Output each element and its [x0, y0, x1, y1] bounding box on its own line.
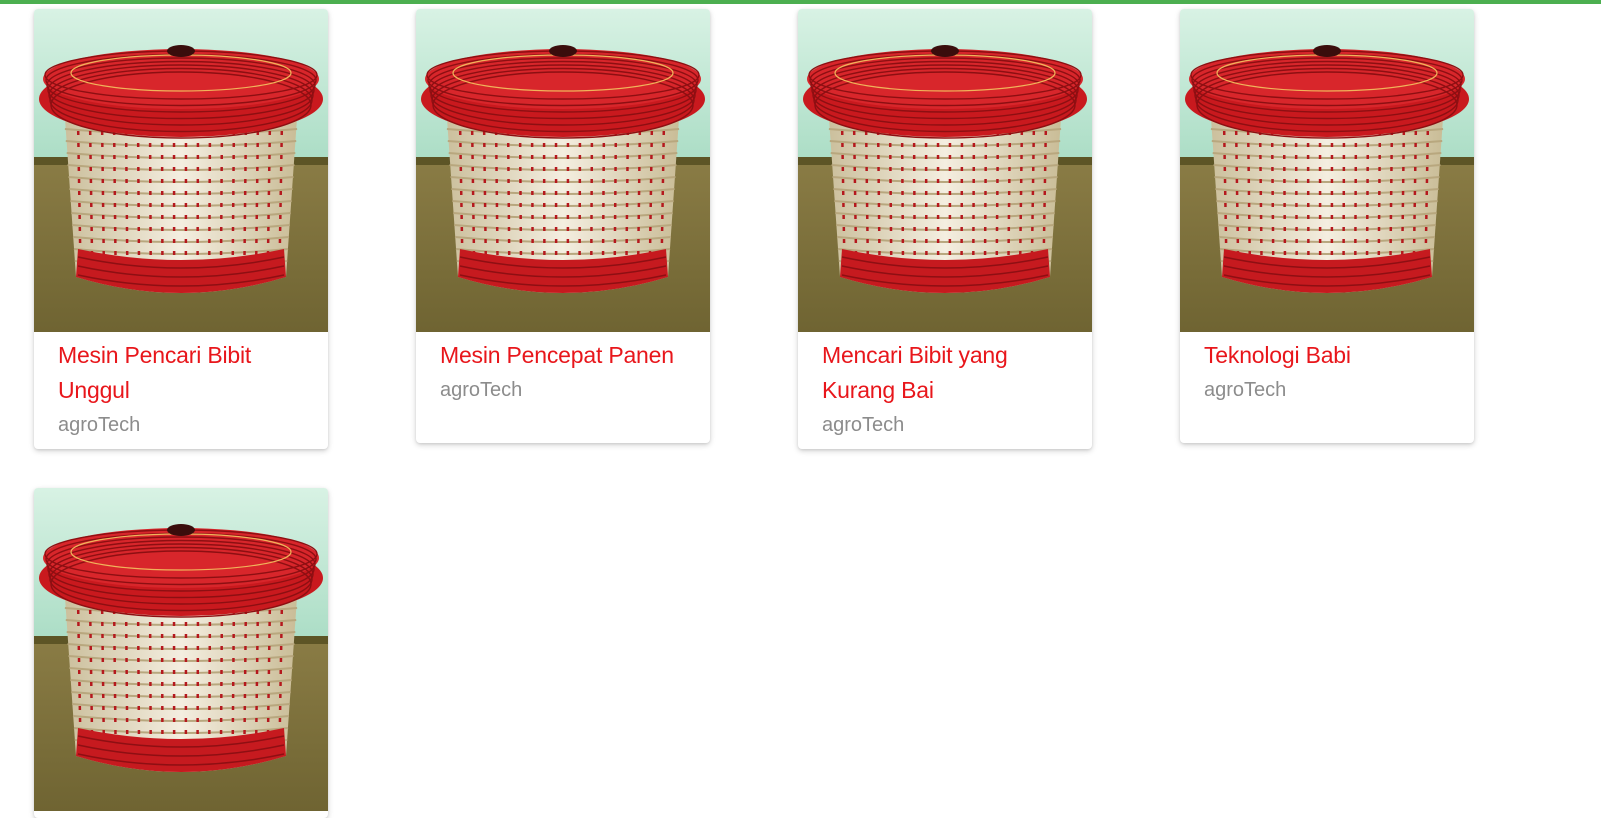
woven-basket-image[interactable]	[34, 488, 328, 811]
card-body: Teknologi Babi agroTech	[1180, 332, 1474, 414]
article-card[interactable]: Mencari Bibit yang Kurang Bai agroTech	[798, 9, 1092, 449]
card-body: Mesin Pencari Bibit Unggul agroTech	[34, 332, 328, 449]
article-grid: Mesin Pencari Bibit Unggul agroTech Mesi…	[0, 0, 1601, 805]
article-card[interactable]: Teknologi Babi agroTech	[1180, 9, 1474, 443]
article-card[interactable]: Mesin Pencari Bibit Unggul agroTech	[34, 9, 328, 449]
article-author: agroTech	[440, 373, 686, 408]
woven-basket-image[interactable]	[416, 9, 710, 332]
woven-basket-image[interactable]	[1180, 9, 1474, 332]
article-author: agroTech	[1204, 373, 1450, 408]
article-author: agroTech	[822, 408, 1068, 443]
article-title-link[interactable]: Mesin Pencepat Panen	[440, 338, 686, 373]
woven-basket-image[interactable]	[798, 9, 1092, 332]
article-title-link[interactable]: Mesin Pencari Bibit Unggul	[58, 338, 304, 408]
article-title-link[interactable]: Mencari Bibit yang Kurang Bai	[822, 338, 1068, 408]
article-title-link[interactable]: Teknologi Babi	[1204, 338, 1450, 373]
article-card[interactable]: Mesin Pencepat Panen agroTech	[416, 9, 710, 443]
woven-basket-image[interactable]	[34, 9, 328, 332]
card-body: Mencari Bibit yang Kurang Bai agroTech	[798, 332, 1092, 449]
card-body: Mesin Pencepat Panen agroTech	[416, 332, 710, 414]
article-card[interactable]	[34, 488, 328, 818]
article-author: agroTech	[58, 408, 304, 443]
